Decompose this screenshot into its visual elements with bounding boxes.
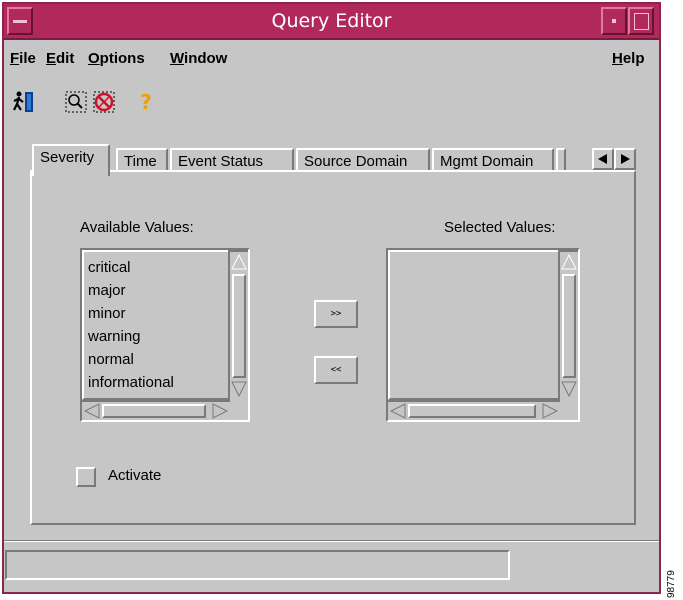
help-icon[interactable]: ? (134, 90, 158, 114)
activate-label: Activate (108, 467, 162, 484)
selected-vertical-thumb[interactable] (562, 274, 576, 378)
menu-edit[interactable]: Edit (46, 50, 74, 67)
figure-code: 98779 (666, 570, 677, 598)
arrow-left-icon (598, 154, 607, 164)
selected-horizontal-thumb[interactable] (408, 404, 536, 418)
menu-edit-mnemonic: E (46, 50, 57, 67)
available-vertical-scrollbar[interactable] (228, 250, 248, 400)
menu-window[interactable]: Window (170, 50, 227, 67)
arrow-right-icon (621, 154, 630, 164)
status-separator (4, 540, 659, 542)
selected-values-listbox (386, 248, 580, 422)
available-values-list[interactable]: critical major minor warning normal info… (82, 250, 230, 400)
status-bar (5, 550, 510, 580)
available-horizontal-scrollbar[interactable] (82, 400, 230, 420)
list-item[interactable]: normal (88, 348, 224, 371)
selected-vertical-scrollbar[interactable] (558, 250, 578, 400)
list-item[interactable]: warning (88, 325, 224, 348)
tab-scroll-right-button[interactable] (614, 148, 636, 170)
list-item[interactable]: minor (88, 302, 224, 325)
tab-severity[interactable]: Severity (32, 144, 110, 176)
select-area-icon[interactable] (64, 90, 88, 114)
menu-options[interactable]: Options (88, 50, 145, 67)
menu-window-label: indow (184, 50, 228, 67)
menu-edit-label: dit (56, 50, 75, 67)
available-vertical-thumb[interactable] (232, 274, 246, 378)
menu-options-mnemonic: O (88, 50, 100, 67)
menu-help-mnemonic: H (612, 50, 623, 67)
tab-scroll-left-button[interactable] (592, 148, 614, 170)
available-horizontal-thumb[interactable] (102, 404, 206, 418)
window-title: Query Editor (271, 10, 392, 32)
menu-help-label: elp (622, 50, 645, 67)
list-item[interactable]: major (88, 279, 224, 302)
minimize-button[interactable] (601, 7, 627, 35)
menu-options-label: ptions (99, 50, 145, 67)
title-bar[interactable]: Query Editor (4, 4, 659, 40)
selected-horizontal-scrollbar[interactable] (388, 400, 560, 420)
menu-file[interactable]: File (10, 50, 36, 67)
list-item[interactable]: informational (88, 371, 224, 394)
menu-window-mnemonic: W (170, 50, 185, 67)
menu-bar: File Edit Options Window Help (10, 50, 650, 76)
maximize-button[interactable] (628, 7, 654, 35)
selected-values-label: Selected Values: (444, 219, 556, 236)
available-values-label: Available Values: (80, 219, 194, 236)
exit-icon[interactable] (12, 90, 36, 114)
toolbar: ? (12, 90, 212, 120)
menu-file-label: ile (19, 50, 36, 67)
clear-icon[interactable] (92, 90, 116, 114)
remove-selected-button[interactable]: << (314, 356, 358, 384)
selected-values-list[interactable] (388, 250, 560, 400)
menu-help[interactable]: Help (612, 50, 645, 67)
add-selected-button[interactable]: >> (314, 300, 358, 328)
menu-file-mnemonic: F (10, 50, 20, 67)
available-values-listbox: critical major minor warning normal info… (80, 248, 250, 422)
activate-checkbox[interactable] (76, 467, 96, 487)
list-item[interactable]: critical (88, 256, 224, 279)
